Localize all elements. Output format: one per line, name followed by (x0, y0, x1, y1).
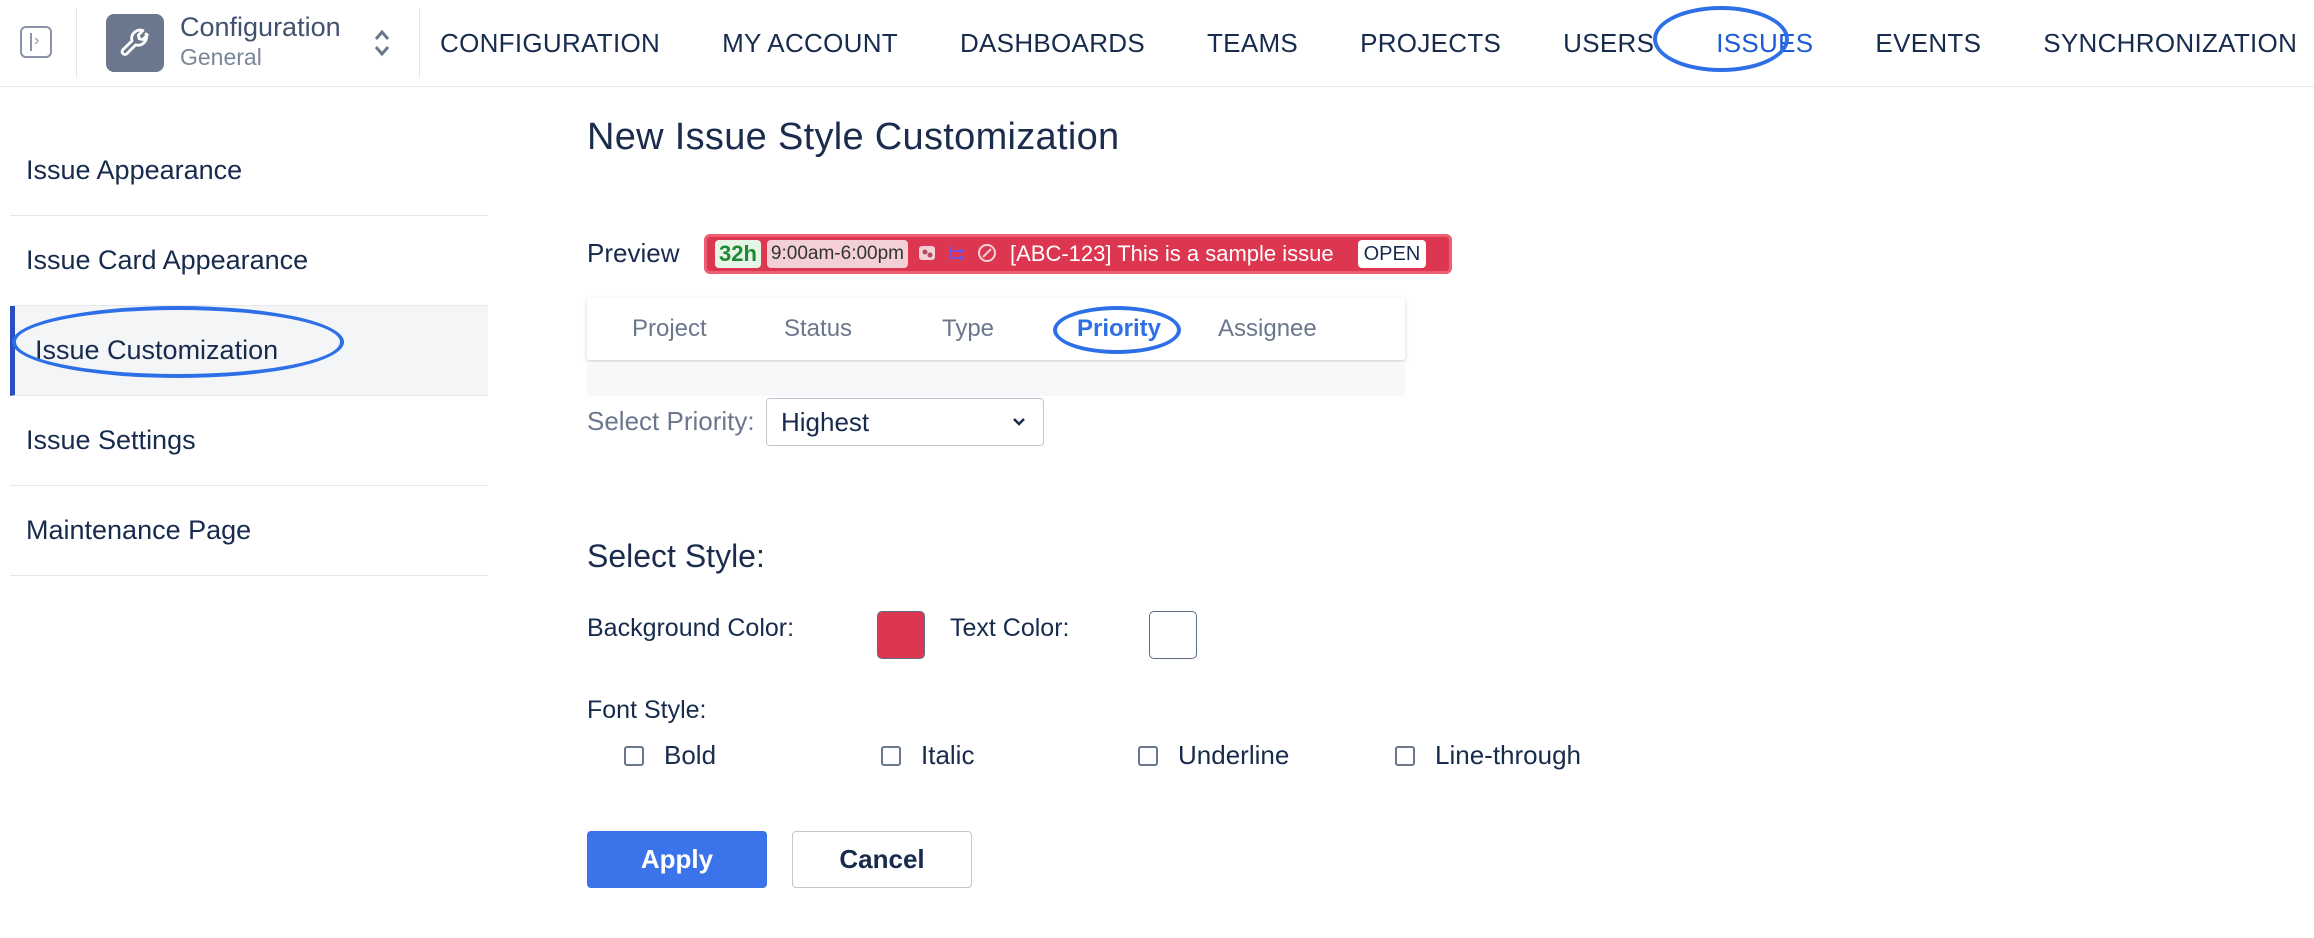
tab-status[interactable]: Status (784, 298, 852, 360)
sidebar: Issue Appearance Issue Card Appearance I… (10, 126, 488, 576)
time-badge: 9:00am-6:00pm (766, 240, 908, 268)
italic-label: Italic (921, 740, 975, 770)
chevron-up-down-icon[interactable] (372, 26, 392, 60)
font-style-label: Font Style: (587, 696, 707, 724)
priority-select[interactable]: Highest (766, 398, 1044, 446)
line-through-checkbox-row[interactable]: Line-through (1395, 740, 1581, 771)
nav-synchronization[interactable]: SYNCHRONIZATION (2043, 28, 2297, 59)
nav-projects[interactable]: PROJECTS (1360, 28, 1501, 59)
app-subtitle[interactable]: General (180, 44, 262, 71)
sidebar-toggle-icon[interactable]: › (20, 26, 52, 58)
status-badge: OPEN (1357, 240, 1427, 268)
priority-label: Select Priority: (587, 406, 755, 436)
main-nav: CONFIGURATION MY ACCOUNT DASHBOARDS TEAM… (440, 0, 2314, 86)
italic-checkbox[interactable] (881, 745, 901, 766)
line-through-label: Line-through (1435, 740, 1581, 770)
divider (419, 8, 420, 78)
tab-panel (587, 362, 1405, 396)
select-style-title: Select Style: (587, 538, 765, 574)
priority-select-value: Highest (781, 407, 870, 437)
bold-checkbox-row[interactable]: Bold (624, 740, 716, 771)
nav-users[interactable]: USERS (1563, 28, 1654, 59)
sidebar-item-issue-customization[interactable]: Issue Customization (10, 306, 488, 396)
background-color-swatch[interactable] (877, 611, 925, 659)
tab-priority[interactable]: Priority (1077, 298, 1161, 360)
group-icon (916, 243, 938, 265)
category-tabs: Project Status Type Priority Assignee (587, 298, 1405, 360)
tab-project[interactable]: Project (632, 298, 707, 360)
underline-checkbox-row[interactable]: Underline (1138, 740, 1289, 771)
sidebar-item-maintenance-page[interactable]: Maintenance Page (10, 486, 488, 576)
tab-assignee[interactable]: Assignee (1218, 298, 1317, 360)
bold-checkbox[interactable] (624, 745, 644, 766)
apply-button[interactable]: Apply (587, 831, 767, 888)
app-title[interactable]: Configuration (180, 12, 341, 43)
italic-checkbox-row[interactable]: Italic (881, 740, 974, 771)
nav-dashboards[interactable]: DASHBOARDS (960, 28, 1145, 59)
chevron-down-icon (1011, 399, 1027, 462)
text-color-label: Text Color: (950, 614, 1070, 642)
preview-label: Preview (587, 238, 680, 268)
nav-configuration[interactable]: CONFIGURATION (440, 28, 660, 59)
issue-preview-text: [ABC-123] This is a sample issue (1010, 241, 1334, 266)
tab-type[interactable]: Type (942, 298, 994, 360)
background-color-label: Background Color: (587, 614, 795, 642)
issue-preview: 32h 9:00am-6:00pm [ABC-123] This is a sa… (704, 234, 1452, 274)
line-through-checkbox[interactable] (1395, 745, 1415, 766)
page-title: New Issue Style Customization (587, 116, 1120, 158)
nav-my-account[interactable]: MY ACCOUNT (722, 28, 898, 59)
estimate-badge: 32h (715, 240, 761, 268)
nav-issues[interactable]: ISSUES (1716, 28, 1813, 59)
hierarchy-icon (946, 243, 968, 265)
sidebar-item-issue-settings[interactable]: Issue Settings (10, 396, 488, 486)
wrench-icon (106, 14, 164, 72)
sidebar-item-issue-appearance[interactable]: Issue Appearance (10, 126, 488, 216)
sidebar-item-issue-card-appearance[interactable]: Issue Card Appearance (10, 216, 488, 306)
nav-teams[interactable]: TEAMS (1207, 28, 1298, 59)
text-color-swatch[interactable] (1149, 611, 1197, 659)
bold-label: Bold (664, 740, 717, 770)
edit-icon (976, 243, 998, 265)
underline-checkbox[interactable] (1138, 745, 1158, 766)
top-bar: › Configuration General CONFIGURATION MY… (0, 0, 2314, 87)
nav-events[interactable]: EVENTS (1875, 28, 1981, 59)
underline-label: Underline (1178, 740, 1290, 770)
divider (76, 8, 77, 78)
cancel-button[interactable]: Cancel (792, 831, 972, 888)
